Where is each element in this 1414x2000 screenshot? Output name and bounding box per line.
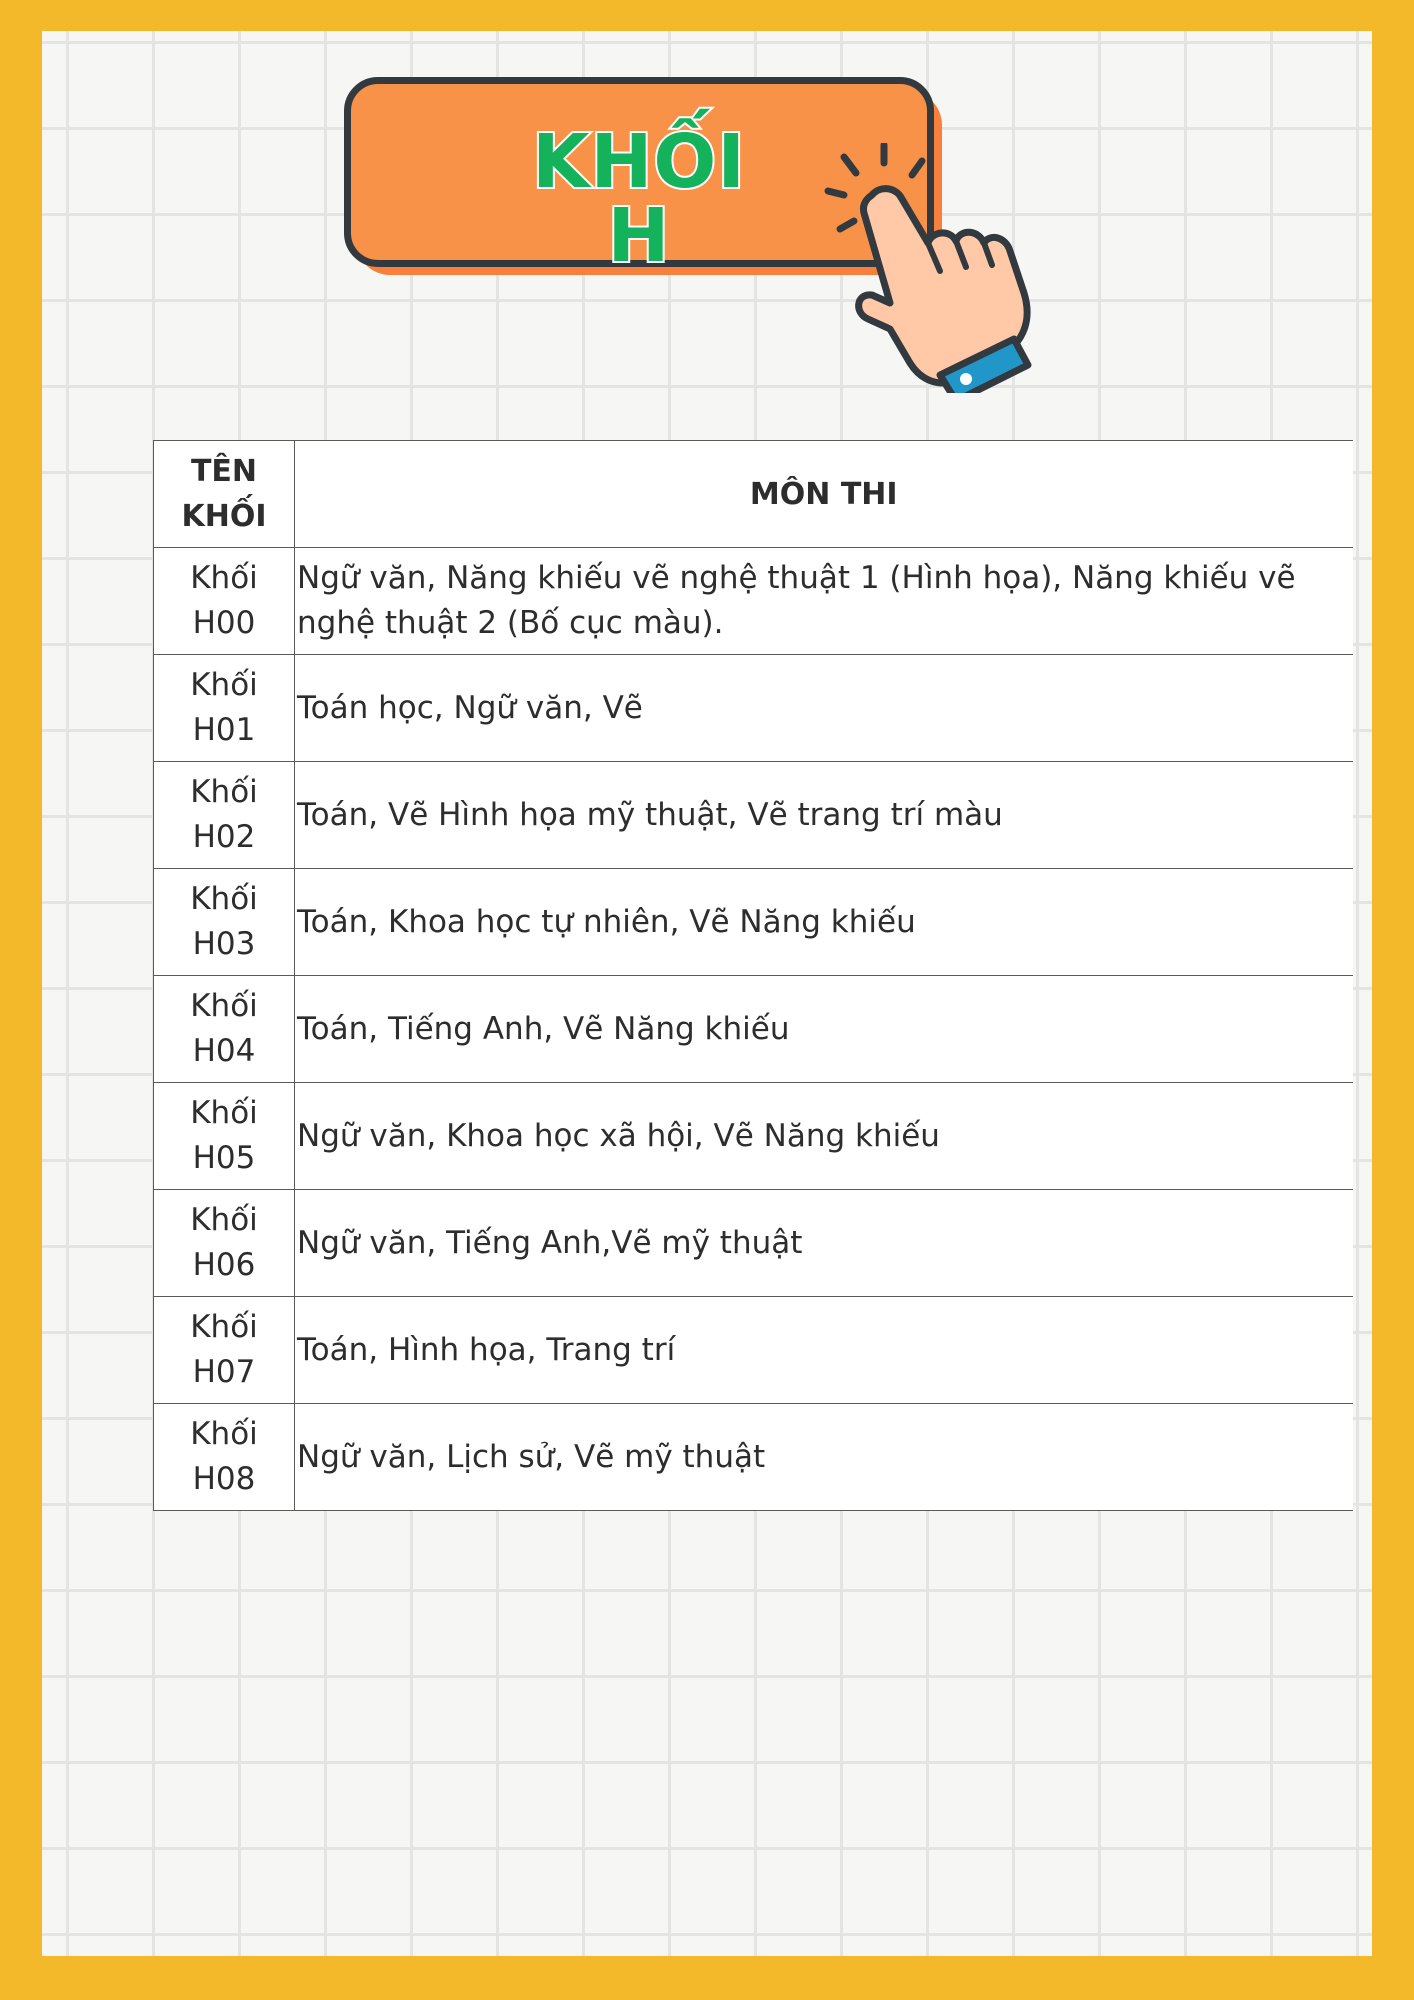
table-row: Khối H03 Toán, Khoa học tự nhiên, Vẽ Năn… <box>153 868 1353 976</box>
exam-block-table: TÊN KHỐI MÔN THI Khối H00 Ngữ văn, Năng … <box>153 440 1353 1511</box>
block-name-cell: Khối H02 <box>153 761 295 869</box>
table-row: Khối H05 Ngữ văn, Khoa học xã hội, Vẽ Nă… <box>153 1082 1353 1190</box>
subjects-cell: Toán, Khoa học tự nhiên, Vẽ Năng khiếu <box>294 868 1353 976</box>
header-block-name: TÊN KHỐI <box>153 440 295 548</box>
subjects-cell: Toán học, Ngữ văn, Vẽ <box>294 654 1353 762</box>
subjects-cell: Ngữ văn, Năng khiếu vẽ nghệ thuật 1 (Hìn… <box>294 547 1353 655</box>
table-row: Khối H04 Toán, Tiếng Anh, Vẽ Năng khiếu <box>153 975 1353 1083</box>
header-subjects: MÔN THI <box>294 440 1353 548</box>
block-name-cell: Khối H01 <box>153 654 295 762</box>
subjects-cell: Toán, Vẽ Hình họa mỹ thuật, Vẽ trang trí… <box>294 761 1353 869</box>
block-name-cell: Khối H07 <box>153 1296 295 1404</box>
table-row: Khối H01 Toán học, Ngữ văn, Vẽ <box>153 654 1353 762</box>
table-row: Khối H07 Toán, Hình họa, Trang trí <box>153 1296 1353 1404</box>
subjects-cell: Ngữ văn, Lịch sử, Vẽ mỹ thuật <box>294 1403 1353 1511</box>
table-row: Khối H00 Ngữ văn, Năng khiếu vẽ nghệ thu… <box>153 547 1353 655</box>
page-title: KHỐI H <box>530 119 747 279</box>
tiled-background: KHỐI H TÊN KHỐI MÔN THI Khối H00 Ngữ văn… <box>42 31 1372 1956</box>
block-name-cell: Khối H08 <box>153 1403 295 1511</box>
block-name-cell: Khối H05 <box>153 1082 295 1190</box>
subjects-cell: Toán, Hình họa, Trang trí <box>294 1296 1353 1404</box>
subjects-cell: Ngữ văn, Tiếng Anh,Vẽ mỹ thuật <box>294 1189 1353 1297</box>
block-name-cell: Khối H00 <box>153 547 295 655</box>
block-name-cell: Khối H03 <box>153 868 295 976</box>
subjects-cell: Ngữ văn, Khoa học xã hội, Vẽ Năng khiếu <box>294 1082 1353 1190</box>
table-row: Khối H02 Toán, Vẽ Hình họa mỹ thuật, Vẽ … <box>153 761 1353 869</box>
block-name-cell: Khối H06 <box>153 1189 295 1297</box>
block-name-cell: Khối H04 <box>153 975 295 1083</box>
table-row: Khối H06 Ngữ văn, Tiếng Anh,Vẽ mỹ thuật <box>153 1189 1353 1297</box>
subjects-cell: Toán, Tiếng Anh, Vẽ Năng khiếu <box>294 975 1353 1083</box>
table-header-row: TÊN KHỐI MÔN THI <box>153 440 1353 548</box>
pointing-hand-icon <box>824 143 1032 393</box>
table-row: Khối H08 Ngữ văn, Lịch sử, Vẽ mỹ thuật <box>153 1403 1353 1511</box>
